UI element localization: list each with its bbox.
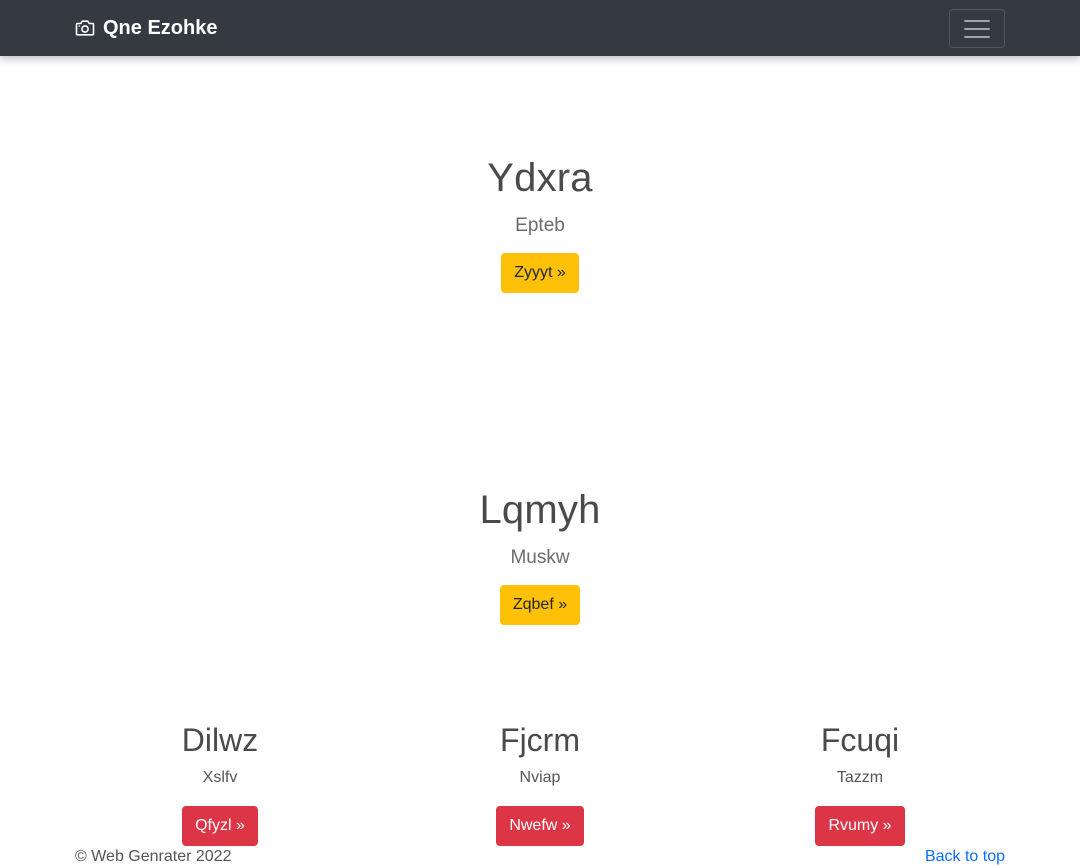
feature-3-title: Fcuqi — [820, 722, 900, 758]
hero-section-1: Ydxra Epteb Zyyyt » — [0, 154, 1080, 293]
feature-2-title: Fjcrm — [500, 722, 580, 758]
back-to-top-link[interactable]: Back to top — [925, 846, 1005, 868]
hero-2-title: Lqmyh — [479, 488, 601, 532]
feature-3-text: Tazzm — [836, 769, 884, 786]
feature-column-2: Fjcrm Nviap Nwefw » — [395, 718, 685, 846]
camera-icon — [75, 19, 95, 37]
feature-column-1: Dilwz Xslfv Qfyzl » — [75, 718, 365, 846]
hero-2-button[interactable]: Zqbef » — [499, 585, 581, 625]
feature-1-text: Xslfv — [202, 769, 238, 786]
feature-2-text: Nviap — [519, 769, 561, 786]
footer-copyright: © Web Genrater 2022 — [75, 848, 232, 865]
hero-2-subtitle: Muskw — [510, 547, 570, 568]
navbar-toggler-button[interactable] — [949, 9, 1005, 48]
hamburger-menu-icon — [963, 18, 991, 40]
hero-1-title: Ydxra — [487, 156, 593, 200]
brand-label: Qne Ezohke — [103, 16, 218, 39]
brand-link[interactable]: Qne Ezohke — [75, 16, 217, 40]
feature-2-button[interactable]: Nwefw » — [496, 806, 584, 846]
feature-3-button[interactable]: Rvumy » — [815, 806, 905, 846]
navbar: Qne Ezohke — [0, 0, 1080, 56]
feature-column-3: Fcuqi Tazzm Rvumy » — [715, 718, 1005, 846]
feature-1-title: Dilwz — [181, 722, 259, 758]
hero-1-subtitle: Epteb — [515, 215, 565, 236]
hero-1-button[interactable]: Zyyyt » — [501, 253, 579, 293]
feature-1-button[interactable]: Qfyzl » — [182, 806, 258, 846]
hero-section-2: Lqmyh Muskw Zqbef » — [0, 486, 1080, 625]
